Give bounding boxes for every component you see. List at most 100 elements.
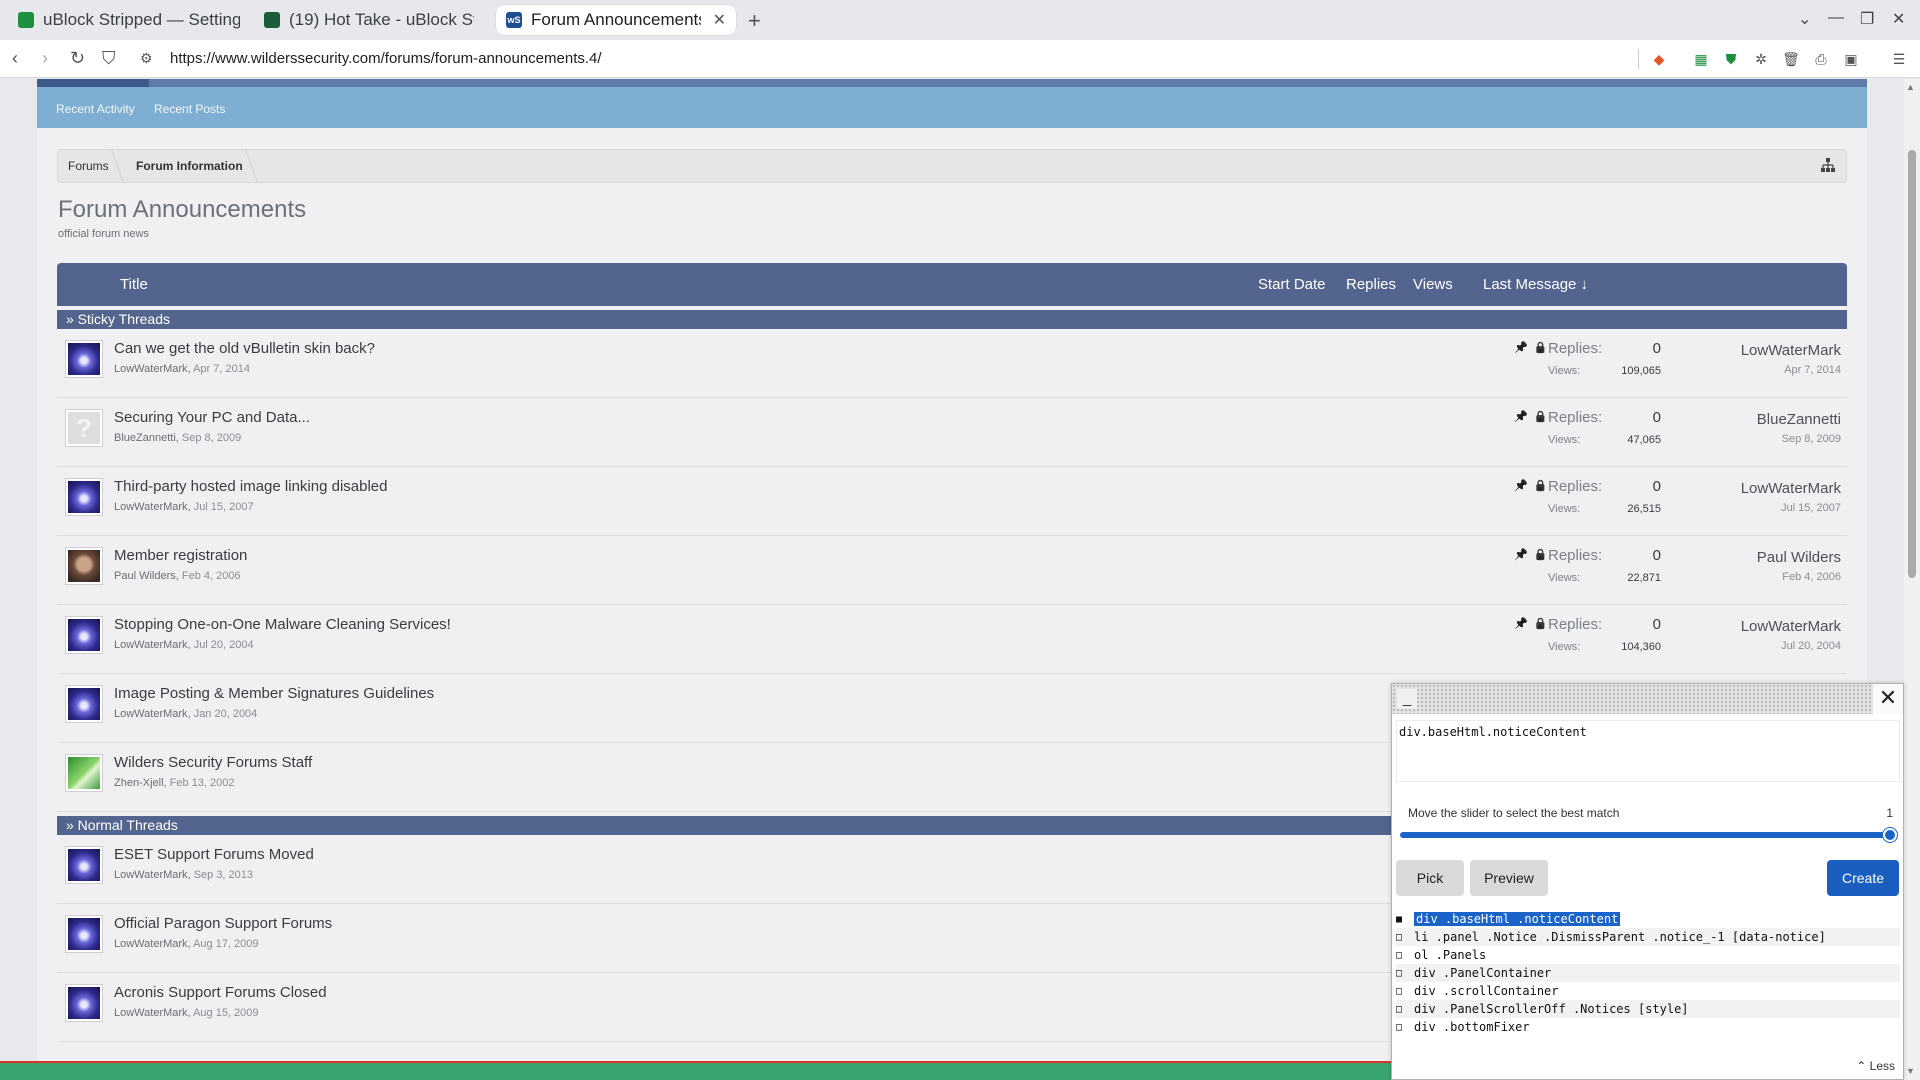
unchecked-box-icon[interactable]: □	[1396, 950, 1414, 961]
breadcrumb-forum-information[interactable]: Forum Information	[136, 159, 243, 173]
filter-textarea[interactable]: div.baseHtml.noticeContent	[1396, 720, 1900, 782]
ublock-shield-icon[interactable]: ⛊	[1722, 50, 1740, 68]
thread-author-link[interactable]: BlueZannetti	[114, 432, 176, 444]
close-picker-icon[interactable]: ✕	[1873, 684, 1903, 714]
unchecked-box-icon[interactable]: □	[1396, 1022, 1414, 1033]
close-tab-icon[interactable]: ✕	[713, 10, 726, 30]
reload-icon[interactable]: ↻	[70, 48, 85, 69]
last-message-date-link[interactable]: Jul 15, 2007	[1781, 502, 1841, 514]
thread-author-link[interactable]: LowWaterMark	[114, 639, 188, 651]
recent-posts-link[interactable]: Recent Posts	[154, 102, 225, 116]
column-views[interactable]: Views	[1413, 276, 1453, 293]
thread-author-link[interactable]: LowWaterMark	[114, 708, 188, 720]
avatar[interactable]	[65, 984, 103, 1022]
checked-box-icon[interactable]: ■	[1396, 914, 1414, 925]
thread-row[interactable]: Member registration Paul Wilders, Feb 4, …	[57, 537, 1847, 605]
candidate-item[interactable]: □ div .bottomFixer	[1396, 1018, 1900, 1036]
candidate-item[interactable]: □ div .scrollContainer	[1396, 982, 1900, 1000]
last-message-user-link[interactable]: LowWaterMark	[1741, 618, 1841, 635]
pick-button[interactable]: Pick	[1396, 860, 1464, 896]
avatar[interactable]: ?	[65, 409, 103, 447]
avatar[interactable]	[65, 846, 103, 884]
scroll-up-arrow-icon[interactable]: ▲	[1906, 82, 1915, 92]
bookmark-icon[interactable]: ⛉	[102, 48, 116, 69]
candidate-item[interactable]: □ div .PanelScrollerOff .Notices [style]	[1396, 1000, 1900, 1018]
trash-icon[interactable]: 🗑	[1782, 50, 1800, 68]
close-window-icon[interactable]: ✕	[1892, 9, 1905, 29]
thread-author-link[interactable]: Paul Wilders	[114, 570, 176, 582]
candidate-item[interactable]: □ ol .Panels	[1396, 946, 1900, 964]
thread-author-link[interactable]: LowWaterMark	[114, 363, 188, 375]
tab-ublock-settings[interactable]: uBlock Stripped — Settings	[8, 5, 250, 35]
sitemap-icon[interactable]	[1820, 157, 1836, 173]
candidate-item[interactable]: □ li .panel .Notice .DismissParent .notic…	[1396, 928, 1900, 946]
less-toggle[interactable]: ⌃ Less	[1856, 1059, 1895, 1073]
menu-icon[interactable]: ☰	[1890, 50, 1908, 68]
minimize-window-icon[interactable]: —	[1828, 9, 1844, 27]
column-replies[interactable]: Replies	[1346, 276, 1396, 293]
forward-icon[interactable]: ›	[42, 48, 48, 69]
thread-title-link[interactable]: Third-party hosted image linking disable…	[114, 478, 387, 495]
new-tab-button[interactable]: +	[748, 8, 761, 34]
last-message-user-link[interactable]: LowWaterMark	[1741, 480, 1841, 497]
unchecked-box-icon[interactable]: □	[1396, 932, 1414, 943]
unchecked-box-icon[interactable]: □	[1396, 1004, 1414, 1015]
thread-row[interactable]: Stopping One-on-One Malware Cleaning Ser…	[57, 606, 1847, 674]
last-message-date-link[interactable]: Sep 8, 2009	[1782, 433, 1841, 445]
thread-title-link[interactable]: Can we get the old vBulletin skin back?	[114, 340, 375, 357]
thread-author-link[interactable]: LowWaterMark	[114, 869, 188, 881]
thread-title-link[interactable]: Official Paragon Support Forums	[114, 915, 332, 932]
thread-row[interactable]: Third-party hosted image linking disable…	[57, 468, 1847, 536]
tab-hot-take[interactable]: (19) Hot Take - uBlock Stripped	[254, 5, 484, 35]
avatar[interactable]	[65, 616, 103, 654]
scroll-down-arrow-icon[interactable]: ▼	[1906, 1066, 1915, 1076]
breadcrumb-forums[interactable]: Forums	[68, 159, 109, 173]
candidate-item[interactable]: ■ div .baseHtml .noticeContent	[1396, 910, 1900, 928]
last-message-user-link[interactable]: Paul Wilders	[1757, 549, 1841, 566]
unchecked-box-icon[interactable]: □	[1396, 986, 1414, 997]
thread-title-link[interactable]: Member registration	[114, 547, 247, 564]
preview-button[interactable]: Preview	[1470, 860, 1548, 896]
avatar[interactable]	[65, 478, 103, 516]
thread-title-link[interactable]: Acronis Support Forums Closed	[114, 984, 327, 1001]
thread-title-link[interactable]: ESET Support Forums Moved	[114, 846, 314, 863]
thread-author-link[interactable]: LowWaterMark	[114, 938, 188, 950]
tab-forum-announcements[interactable]: wS Forum Announcements ✕	[496, 5, 736, 35]
thread-author-link[interactable]: LowWaterMark	[114, 1007, 188, 1019]
brave-shields-icon[interactable]: ◆	[1650, 50, 1668, 68]
column-title[interactable]: Title	[120, 276, 148, 293]
active-nav-tab[interactable]	[37, 79, 149, 87]
thread-author-link[interactable]: LowWaterMark	[114, 501, 188, 513]
scrollbar-thumb[interactable]	[1908, 150, 1916, 578]
print-icon[interactable]: ⎙	[1812, 50, 1830, 68]
thread-title-link[interactable]: Stopping One-on-One Malware Cleaning Ser…	[114, 616, 451, 633]
last-message-date-link[interactable]: Feb 4, 2006	[1782, 571, 1841, 583]
last-message-date-link[interactable]: Apr 7, 2014	[1784, 364, 1841, 376]
tab-list-chevron-icon[interactable]: ⌄	[1798, 9, 1811, 29]
create-button[interactable]: Create	[1827, 860, 1899, 896]
avatar[interactable]	[65, 915, 103, 953]
unchecked-box-icon[interactable]: □	[1396, 968, 1414, 979]
minimize-picker-icon[interactable]: _	[1397, 689, 1417, 709]
thread-row[interactable]: Can we get the old vBulletin skin back? L…	[57, 330, 1847, 398]
restore-window-icon[interactable]: ❐	[1860, 9, 1874, 29]
avatar[interactable]	[65, 547, 103, 585]
last-message-date-link[interactable]: Jul 20, 2004	[1781, 640, 1841, 652]
thread-title-link[interactable]: Wilders Security Forums Staff	[114, 754, 312, 771]
back-icon[interactable]: ‹	[12, 48, 18, 69]
recent-activity-link[interactable]: Recent Activity	[56, 102, 135, 116]
column-last-message[interactable]: Last Message ↓	[1483, 276, 1588, 293]
extensions-puzzle-icon[interactable]: ✲	[1752, 50, 1770, 68]
avatar[interactable]	[65, 340, 103, 378]
slider-handle[interactable]	[1883, 828, 1897, 842]
picker-drag-handle[interactable]: _ ✕	[1392, 684, 1903, 714]
last-message-user-link[interactable]: BlueZannetti	[1757, 411, 1841, 428]
column-start-date[interactable]: Start Date	[1258, 276, 1326, 293]
avatar[interactable]	[65, 754, 103, 792]
specificity-slider[interactable]	[1400, 832, 1894, 838]
candidate-item[interactable]: □ div .PanelContainer	[1396, 964, 1900, 982]
thread-title-link[interactable]: Securing Your PC and Data...	[114, 409, 310, 426]
avatar[interactable]	[65, 685, 103, 723]
thread-row[interactable]: ? Securing Your PC and Data... BlueZannett…	[57, 399, 1847, 467]
site-settings-icon[interactable]: ⚙	[140, 50, 153, 67]
